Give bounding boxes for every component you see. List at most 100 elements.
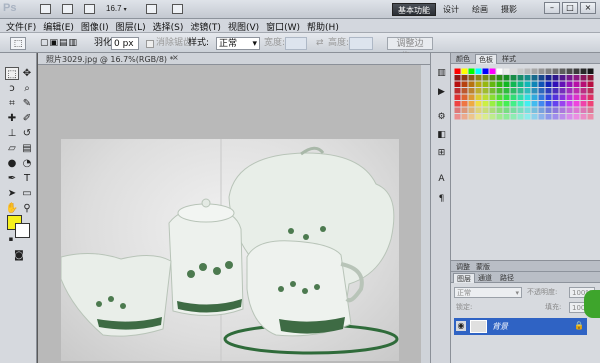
swatch[interactable]: [503, 81, 510, 88]
swatch[interactable]: [559, 68, 566, 75]
swatch[interactable]: [524, 81, 531, 88]
tab-paths[interactable]: 路径: [497, 273, 517, 283]
workspace-design-link[interactable]: 设计: [443, 3, 459, 16]
workspace-painting-link[interactable]: 绘画: [472, 3, 488, 16]
bridge-icon[interactable]: [40, 4, 51, 14]
swatch[interactable]: [552, 68, 559, 75]
menu-select[interactable]: 选择(S): [153, 20, 184, 33]
menu-edit[interactable]: 编辑(E): [43, 20, 74, 33]
zoom-tool-icon[interactable]: ⚲: [20, 202, 34, 215]
swatch[interactable]: [454, 107, 461, 114]
menu-help[interactable]: 帮助(H): [307, 20, 339, 33]
swatch[interactable]: [510, 114, 517, 120]
swatch[interactable]: [573, 101, 580, 107]
swatch[interactable]: [468, 101, 475, 107]
swatch[interactable]: [580, 88, 587, 94]
type-tool-icon[interactable]: T: [20, 172, 34, 185]
swatch[interactable]: [510, 94, 517, 101]
document-tab[interactable]: 照片3029.jpg @ 16.7%(RGB/8) * ×: [38, 53, 430, 65]
refine-edge-button[interactable]: 调整边缘...: [387, 37, 433, 62]
tab-adjustments[interactable]: 调整: [453, 262, 473, 272]
swatch[interactable]: [517, 94, 524, 101]
pen-tool-icon[interactable]: ✒: [5, 172, 19, 185]
swatch[interactable]: [587, 68, 594, 75]
height-input[interactable]: [349, 37, 373, 50]
swatch[interactable]: [559, 81, 566, 88]
swatch[interactable]: [482, 94, 489, 101]
history-brush-tool-icon[interactable]: ↺: [20, 127, 34, 140]
swatch[interactable]: [517, 101, 524, 107]
swatch[interactable]: [461, 88, 468, 94]
feather-input[interactable]: 0 px: [111, 37, 139, 50]
swatch[interactable]: [524, 75, 531, 81]
swatch[interactable]: [545, 107, 552, 114]
swatch[interactable]: [454, 81, 461, 88]
tab-channels[interactable]: 通道: [475, 273, 495, 283]
width-input[interactable]: [285, 37, 307, 50]
masks-panel-icon[interactable]: ◧: [435, 129, 448, 141]
swatch[interactable]: [566, 75, 573, 81]
maximize-icon[interactable]: □: [562, 2, 578, 14]
actions-panel-icon[interactable]: ▶: [435, 86, 448, 98]
swatch[interactable]: [587, 114, 594, 120]
swatch[interactable]: [461, 101, 468, 107]
swatch[interactable]: [454, 101, 461, 107]
swatch[interactable]: [496, 88, 503, 94]
swatch[interactable]: [524, 88, 531, 94]
antialias-checkbox[interactable]: [146, 40, 154, 48]
swatch[interactable]: [538, 107, 545, 114]
swatch[interactable]: [587, 107, 594, 114]
swatch[interactable]: [489, 94, 496, 101]
swatch[interactable]: [503, 88, 510, 94]
swatch[interactable]: [559, 107, 566, 114]
swatch[interactable]: [531, 94, 538, 101]
eye-icon[interactable]: ◉: [456, 321, 466, 331]
menu-layer[interactable]: 图层(L): [116, 20, 146, 33]
crop-tool-icon[interactable]: ⌗: [5, 97, 19, 110]
swatch[interactable]: [468, 68, 475, 75]
swatch[interactable]: [531, 114, 538, 120]
close-icon[interactable]: ×: [580, 2, 596, 14]
swatch[interactable]: [489, 107, 496, 114]
swatch[interactable]: [531, 81, 538, 88]
tab-styles[interactable]: 样式: [499, 54, 519, 64]
swatch[interactable]: [545, 88, 552, 94]
swatch[interactable]: [468, 88, 475, 94]
eraser-tool-icon[interactable]: ▱: [5, 142, 19, 155]
hand-tool-icon[interactable]: ✋: [5, 202, 19, 215]
swatch[interactable]: [538, 94, 545, 101]
tab-layers[interactable]: 图层: [453, 273, 475, 283]
swatch[interactable]: [468, 114, 475, 120]
swatch[interactable]: [489, 88, 496, 94]
paragraph-panel-icon[interactable]: ¶: [435, 193, 448, 205]
marquee-preset-icon[interactable]: ⬚: [10, 37, 26, 50]
swatch[interactable]: [545, 81, 552, 88]
swatch[interactable]: [552, 88, 559, 94]
swatch[interactable]: [587, 81, 594, 88]
swatch[interactable]: [545, 114, 552, 120]
adjustments-panel-icon[interactable]: ⚙: [435, 111, 448, 123]
swatch[interactable]: [538, 101, 545, 107]
swatch[interactable]: [559, 101, 566, 107]
swatch[interactable]: [475, 94, 482, 101]
swatch[interactable]: [517, 75, 524, 81]
swatch[interactable]: [510, 107, 517, 114]
swatch[interactable]: [587, 75, 594, 81]
quick-select-tool-icon[interactable]: ⌕: [20, 82, 34, 95]
swatch[interactable]: [545, 68, 552, 75]
swatch-grid[interactable]: [454, 68, 596, 120]
swatch[interactable]: [545, 94, 552, 101]
swatch[interactable]: [475, 68, 482, 75]
menu-window[interactable]: 窗口(W): [266, 20, 300, 33]
swatch[interactable]: [531, 101, 538, 107]
side-badge[interactable]: [584, 290, 600, 318]
swatch[interactable]: [510, 68, 517, 75]
swatch[interactable]: [482, 101, 489, 107]
shape-tool-icon[interactable]: ▭: [20, 187, 34, 200]
swatch[interactable]: [496, 94, 503, 101]
swatch[interactable]: [510, 75, 517, 81]
swatch[interactable]: [510, 101, 517, 107]
swatch[interactable]: [531, 75, 538, 81]
swatch[interactable]: [517, 81, 524, 88]
swatch[interactable]: [496, 75, 503, 81]
